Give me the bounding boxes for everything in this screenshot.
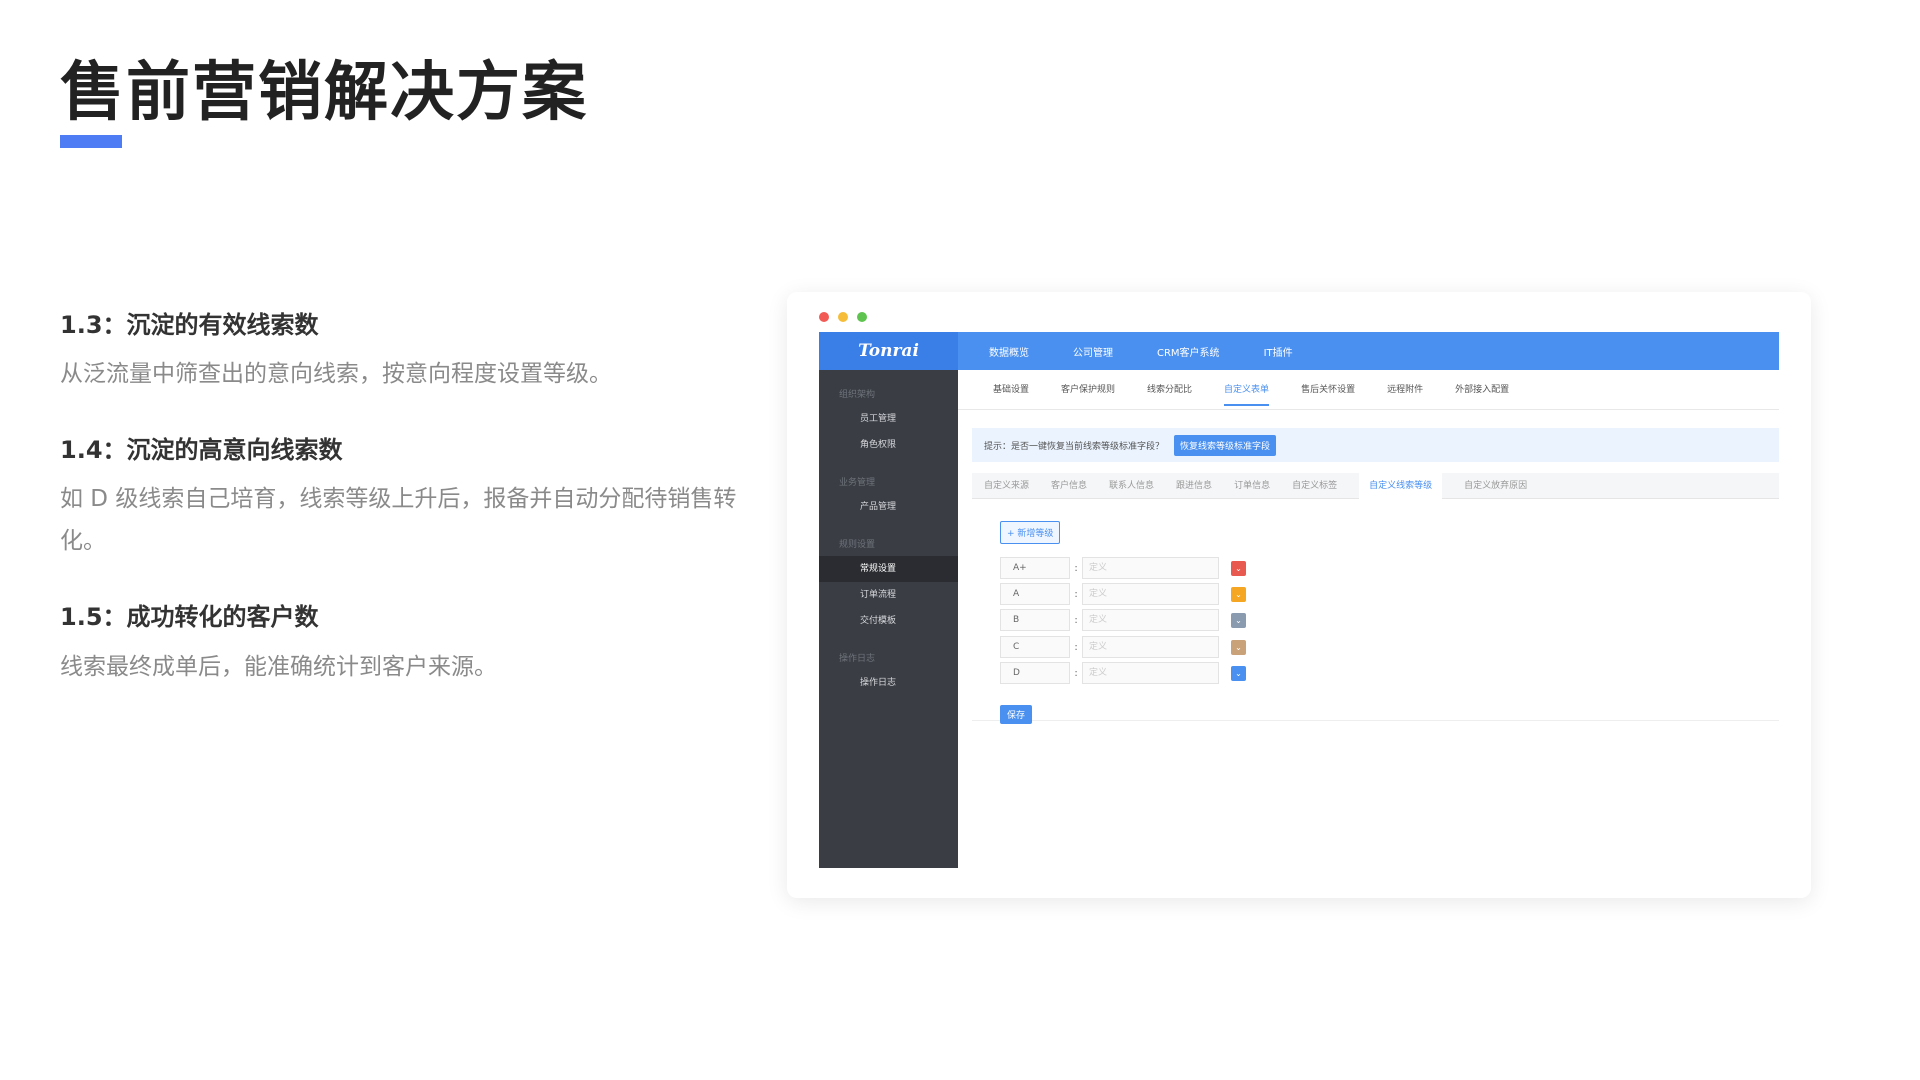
lead-level-panel: + 新增等级 A+ : 定义 ⌄ A : 定义 ⌄ B : 定义 ⌄ C: 定… (972, 499, 1779, 724)
tab-protection[interactable]: 客户保护规则 (1061, 370, 1115, 410)
level-row: A : 定义 ⌄ (1000, 583, 1246, 605)
title-underline (60, 135, 122, 148)
level-definition-input[interactable]: 定义 (1082, 557, 1219, 579)
level-name-field[interactable]: D (1000, 662, 1070, 684)
form-subtabs: 自定义来源 客户信息 联系人信息 跟进信息 订单信息 自定义标签 自定义线索等级… (972, 472, 1779, 499)
subtab-lead-level[interactable]: 自定义线索等级 (1359, 472, 1443, 499)
top-bar: Tonrai 数据概览 公司管理 CRM客户系统 IT插件 (819, 332, 1779, 370)
color-picker-icon[interactable]: ⌄ (1231, 639, 1246, 655)
subtab-abandon-reason[interactable]: 自定义放弃原因 (1464, 473, 1527, 499)
subtab-followup[interactable]: 跟进信息 (1176, 473, 1212, 499)
tab-allocation[interactable]: 线索分配比 (1147, 370, 1192, 410)
tab-aftersales[interactable]: 售后关怀设置 (1301, 370, 1355, 410)
level-row: D : 定义 ⌄ (1000, 662, 1246, 684)
sidebar-item-staff[interactable]: 员工管理 (819, 406, 958, 432)
subtab-customer[interactable]: 客户信息 (1051, 473, 1087, 499)
color-picker-icon[interactable]: ⌄ (1231, 612, 1246, 628)
logo: Tonrai (819, 332, 958, 370)
window-controls (819, 312, 867, 322)
top-nav-crm[interactable]: CRM客户系统 (1157, 344, 1220, 359)
subtab-order[interactable]: 订单信息 (1234, 473, 1270, 499)
main-content: 基础设置 客户保护规则 线索分配比 自定义表单 售后关怀设置 远程附件 外部接入… (958, 370, 1779, 868)
level-name-field[interactable]: A (1000, 583, 1070, 605)
level-definition-input[interactable]: 定义 (1082, 583, 1219, 605)
level-row: A+ : 定义 ⌄ (1000, 557, 1246, 579)
section-heading: 1.4：沉淀的高意向线索数 (60, 436, 343, 465)
top-nav-company[interactable]: 公司管理 (1073, 344, 1113, 359)
level-name-field[interactable]: C (1000, 636, 1070, 658)
tab-basic[interactable]: 基础设置 (993, 370, 1029, 410)
top-nav-data-overview[interactable]: 数据概览 (989, 344, 1029, 359)
color-picker-icon[interactable]: ⌄ (1231, 560, 1246, 576)
crm-app: Tonrai 数据概览 公司管理 CRM客户系统 IT插件 组织架构 员工管理 … (819, 332, 1779, 868)
level-row: C : 定义 ⌄ (1000, 636, 1246, 658)
page-title: 售前营销解决方案 (60, 56, 588, 130)
sidebar-group-rules: 规则设置 (839, 540, 876, 550)
sidebar-item-delivery[interactable]: 交付模板 (819, 608, 958, 634)
level-definition-input[interactable]: 定义 (1082, 662, 1219, 684)
section-1-3: 1.3：沉淀的有效线索数 从泛流量中筛查出的意向线索，按意向程度设置等级。 (60, 310, 760, 395)
restore-fields-button[interactable]: 恢复线索等级标准字段 (1174, 434, 1277, 456)
add-level-button[interactable]: + 新增等级 (1000, 521, 1061, 544)
section-text: 从泛流量中筛查出的意向线索，按意向程度设置等级。 (60, 361, 612, 388)
sidebar-group-business: 业务管理 (839, 478, 876, 488)
sidebar-group-logs: 操作日志 (839, 654, 876, 664)
level-name-field[interactable]: A+ (1000, 557, 1070, 579)
top-nav: 数据概览 公司管理 CRM客户系统 IT插件 (989, 332, 1293, 370)
sidebar-item-logs[interactable]: 操作日志 (819, 670, 958, 696)
sidebar-item-roles[interactable]: 角色权限 (819, 432, 958, 458)
level-definition-input[interactable]: 定义 (1082, 609, 1219, 631)
hint-banner: 提示：是否一键恢复当前线索等级标准字段？ 恢复线索等级标准字段 (972, 428, 1779, 462)
tab-attachments[interactable]: 远程附件 (1387, 370, 1423, 410)
sidebar-item-products[interactable]: 产品管理 (819, 494, 958, 520)
section-1-5: 1.5：成功转化的客户数 线索最终成单后，能准确统计到客户来源。 (60, 602, 760, 687)
settings-tabs: 基础设置 客户保护规则 线索分配比 自定义表单 售后关怀设置 远程附件 外部接入… (958, 370, 1779, 410)
section-text: 线索最终成单后，能准确统计到客户来源。 (60, 653, 497, 680)
hint-text: 提示：是否一键恢复当前线索等级标准字段？ (984, 441, 1165, 452)
section-1-4: 1.4：沉淀的高意向线索数 如 D 级线索自己培育，线索等级上升后，报备并自动分… (60, 435, 760, 562)
tab-custom-form[interactable]: 自定义表单 (1224, 370, 1270, 410)
sidebar-group-org: 组织架构 (839, 390, 876, 400)
top-nav-it-plugin[interactable]: IT插件 (1264, 344, 1293, 359)
tab-external[interactable]: 外部接入配置 (1455, 370, 1509, 410)
sidebar: 组织架构 员工管理 角色权限 业务管理 产品管理 规则设置 常规设置 订单流程 … (819, 370, 958, 868)
minimize-dot (838, 312, 848, 322)
subtab-tags[interactable]: 自定义标签 (1292, 473, 1337, 499)
level-name-field[interactable]: B (1000, 609, 1070, 631)
section-heading: 1.5：成功转化的客户数 (60, 603, 319, 632)
subtab-contact[interactable]: 联系人信息 (1109, 473, 1154, 499)
color-picker-icon[interactable]: ⌄ (1231, 586, 1246, 602)
level-row: B : 定义 ⌄ (1000, 609, 1246, 631)
section-text: 如 D 级线索自己培育，线索等级上升后，报备并自动分配待销售转化。 (60, 486, 737, 555)
screenshot-card: Tonrai 数据概览 公司管理 CRM客户系统 IT插件 组织架构 员工管理 … (787, 292, 1811, 898)
color-picker-icon[interactable]: ⌄ (1231, 665, 1246, 681)
section-heading: 1.3：沉淀的有效线索数 (60, 311, 319, 339)
sidebar-item-general[interactable]: 常规设置 (819, 556, 958, 582)
level-definition-input[interactable]: 定义 (1082, 636, 1219, 658)
subtab-source[interactable]: 自定义来源 (984, 473, 1029, 499)
close-dot (819, 312, 829, 322)
maximize-dot (857, 312, 867, 322)
save-button[interactable]: 保存 (1000, 705, 1033, 724)
sidebar-item-order-flow[interactable]: 订单流程 (819, 582, 958, 608)
feature-sections: 1.3：沉淀的有效线索数 从泛流量中筛查出的意向线索，按意向程度设置等级。 1.… (60, 310, 760, 728)
